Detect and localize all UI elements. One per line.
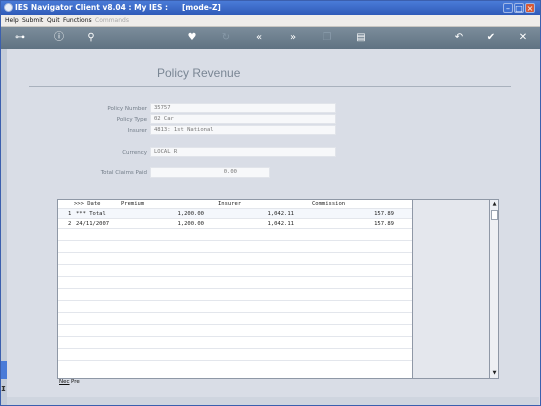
column-header-date[interactable]: >>> Date bbox=[74, 201, 101, 207]
table-row[interactable]: 1 *** Total 1,200.00 1,042.11 157.89 bbox=[58, 208, 412, 218]
insurer-field[interactable]: 4813: 1st National bbox=[150, 125, 336, 135]
row-premium: 1,200.00 bbox=[177, 211, 205, 217]
table-row-empty bbox=[58, 288, 412, 298]
toolbar: ⊶ ⓘ ⚲ ♥ ↻ « » ❐ ▤ ↶ ✔ ✕ bbox=[1, 27, 540, 49]
pre-link[interactable]: Pre bbox=[71, 379, 80, 385]
row-date: *** Total bbox=[76, 211, 106, 217]
row-index: 1 bbox=[68, 211, 72, 217]
scroll-down-icon[interactable]: ▼ bbox=[491, 370, 498, 376]
column-header-premium[interactable]: Premium bbox=[121, 201, 144, 207]
table-row-empty bbox=[58, 300, 412, 310]
column-header-insurer[interactable]: Insurer bbox=[218, 201, 241, 207]
menu-submit[interactable]: Submit bbox=[22, 17, 43, 24]
table-row[interactable]: 2 24/11/2007 1,200.00 1,042.11 157.89 bbox=[58, 218, 412, 228]
grid-header: >>> Date Premium Insurer Commission bbox=[58, 200, 412, 208]
revenue-grid: >>> Date Premium Insurer Commission 1 **… bbox=[57, 199, 413, 379]
total-claims-field[interactable]: 0.00 bbox=[150, 167, 270, 178]
form-area: Policy Revenue Policy Number 35757 Polic… bbox=[7, 49, 539, 404]
window-mode: [mode-Z] bbox=[181, 3, 221, 12]
back-icon[interactable]: ↶ bbox=[453, 32, 465, 44]
heart-icon[interactable]: ♥ bbox=[186, 32, 198, 44]
document-icon[interactable]: ▤ bbox=[355, 32, 367, 44]
menu-help[interactable]: Help bbox=[5, 17, 19, 24]
column-header-commission[interactable]: Commission bbox=[312, 201, 345, 207]
table-row-empty bbox=[58, 324, 412, 334]
copy-icon[interactable]: ❐ bbox=[321, 32, 333, 44]
window-title: IES Navigator Client v8.04 : My IES : [mo… bbox=[15, 3, 221, 12]
row-index: 2 bbox=[68, 221, 72, 227]
table-row-empty bbox=[58, 360, 412, 370]
vertical-scrollbar[interactable]: ▲ ▼ bbox=[489, 199, 499, 379]
currency-field[interactable]: LOCAL R bbox=[150, 147, 336, 157]
row-premium: 1,200.00 bbox=[177, 221, 205, 227]
info-icon[interactable]: ⓘ bbox=[53, 32, 65, 44]
row-commission: 157.89 bbox=[374, 211, 394, 217]
table-row-empty bbox=[58, 276, 412, 286]
status-bar bbox=[7, 397, 539, 405]
refresh-icon[interactable]: ↻ bbox=[220, 32, 232, 44]
table-row-empty bbox=[58, 264, 412, 274]
check-icon[interactable]: ✔ bbox=[485, 32, 497, 44]
minimize-button[interactable]: – bbox=[503, 3, 513, 13]
nec-link[interactable]: Nec bbox=[59, 379, 70, 385]
menu-functions[interactable]: Functions bbox=[63, 17, 92, 24]
table-row-empty bbox=[58, 252, 412, 262]
table-row-empty bbox=[58, 336, 412, 346]
policy-number-label: Policy Number bbox=[107, 106, 147, 112]
key-icon[interactable]: ⊶ bbox=[9, 32, 31, 44]
insurer-label: Insurer bbox=[127, 128, 147, 134]
scroll-thumb[interactable] bbox=[491, 210, 498, 220]
maximize-button[interactable]: □ bbox=[514, 3, 524, 13]
total-claims-label: Total Claims Paid bbox=[100, 170, 147, 176]
app-window: IES Navigator Client v8.04 : My IES : [mo… bbox=[0, 0, 541, 406]
window-title-text: IES Navigator Client v8.04 : My IES : bbox=[15, 3, 168, 12]
menu-commands: Commands bbox=[95, 17, 129, 24]
scroll-up-icon[interactable]: ▲ bbox=[491, 201, 498, 207]
row-insurer: 1,042.11 bbox=[267, 221, 295, 227]
rewind-icon[interactable]: « bbox=[253, 32, 265, 44]
row-commission: 157.89 bbox=[374, 221, 394, 227]
currency-label: Currency bbox=[122, 150, 147, 156]
grid-footer: Nec Pre bbox=[57, 379, 499, 389]
menu-bar: Help Submit Quit Functions Commands bbox=[1, 15, 540, 27]
close-window-button[interactable]: × bbox=[525, 3, 535, 13]
forward-icon[interactable]: » bbox=[287, 32, 299, 44]
menu-quit[interactable]: Quit bbox=[47, 17, 60, 24]
grid-side-panel bbox=[413, 199, 489, 379]
page-title: Policy Revenue bbox=[157, 66, 241, 80]
title-bar: IES Navigator Client v8.04 : My IES : [mo… bbox=[1, 1, 540, 15]
title-divider bbox=[29, 86, 511, 87]
close-icon[interactable]: ✕ bbox=[517, 32, 529, 44]
app-icon bbox=[4, 3, 13, 12]
table-row-empty bbox=[58, 348, 412, 358]
search-icon[interactable]: ⚲ bbox=[85, 32, 97, 44]
table-row-empty bbox=[58, 228, 412, 238]
policy-number-field[interactable]: 35757 bbox=[150, 103, 336, 113]
policy-type-field[interactable]: 02 Car bbox=[150, 114, 336, 124]
table-row-empty bbox=[58, 312, 412, 322]
policy-type-label: Policy Type bbox=[116, 117, 147, 123]
row-insurer: 1,042.11 bbox=[267, 211, 295, 217]
table-row-empty bbox=[58, 240, 412, 250]
row-date: 24/11/2007 bbox=[76, 221, 110, 227]
